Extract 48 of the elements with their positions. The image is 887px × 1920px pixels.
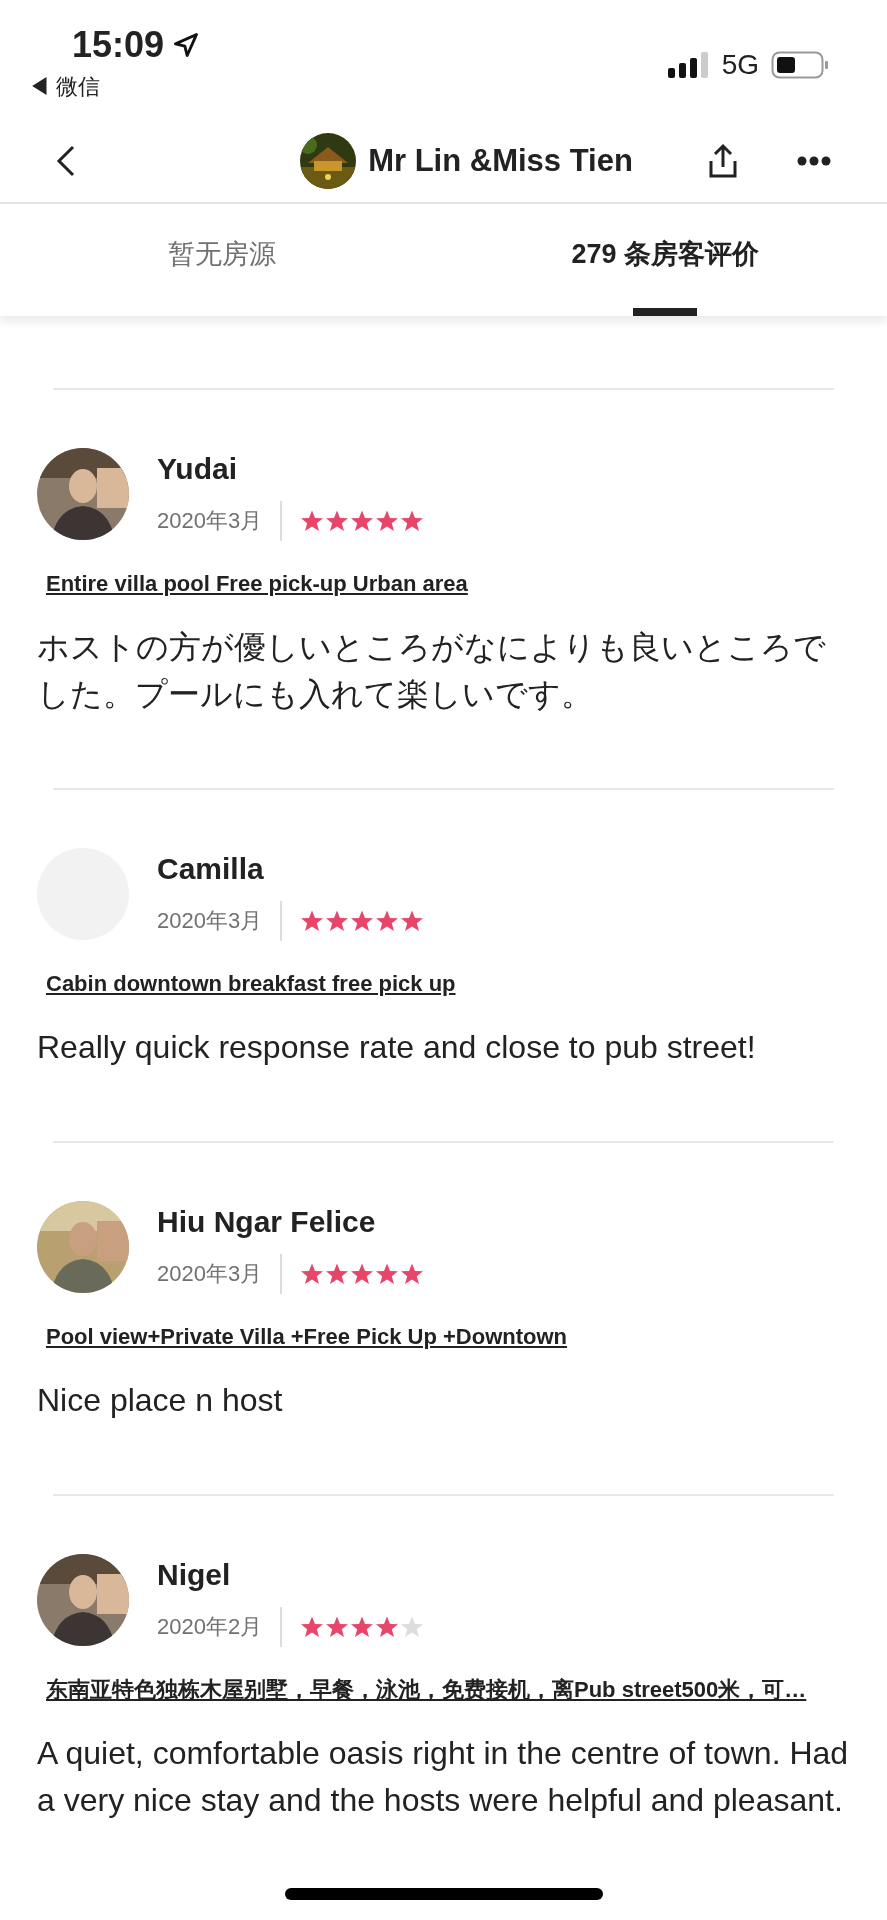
back-icon[interactable] (56, 144, 76, 178)
listing-link[interactable]: Entire villa pool Free pick-up Urban area (46, 567, 864, 600)
review-text: ホストの方が優しいところがなによりも良いところでした。プールにも入れて楽しいです。 (37, 628, 827, 714)
reviewer-name: Yudai (157, 451, 239, 487)
star-icon (325, 909, 350, 933)
star-icon (300, 1262, 325, 1286)
host-name: Mr Lin &Miss Tien (368, 141, 633, 180)
back-to-app-link[interactable]: ◀ 微信 (28, 70, 101, 103)
star-icon (400, 909, 425, 933)
tab[interactable]: 暂无房源 (0, 204, 444, 316)
battery-icon (771, 51, 829, 79)
clock-time: 15:09 (72, 23, 165, 67)
share-icon[interactable] (707, 143, 739, 179)
star-icon (400, 1615, 425, 1639)
listing-link[interactable]: 东南亚特色独栋木屋别墅，早餐，泳池，免费接机，离Pub street500米，可… (46, 1673, 864, 1706)
more-icon[interactable] (797, 156, 831, 166)
signal-icon (667, 52, 710, 78)
star-icon (300, 909, 325, 933)
review-text: Nice place n host (37, 1381, 284, 1420)
star-icon (375, 909, 400, 933)
listing-link[interactable]: Pool view+Private Villa +Free Pick Up +Downtown (46, 1320, 864, 1353)
location-arrow-icon (172, 31, 201, 59)
star-icon (325, 1615, 350, 1639)
star-icon (400, 509, 425, 533)
review-text: Really quick response rate and close to pub street! (37, 1028, 757, 1067)
star-icon (375, 1615, 400, 1639)
reviewer-name: Camilla (157, 851, 265, 887)
star-icon (325, 1262, 350, 1286)
star-icon (325, 509, 350, 533)
reviewer-name: Nigel (157, 1557, 232, 1593)
star-icon (350, 909, 375, 933)
star-icon (300, 509, 325, 533)
network-label: 5G (721, 48, 759, 82)
star-icon (300, 1615, 325, 1639)
star-icon (400, 1262, 425, 1286)
review-text: A quiet, comfortable oasis right in the centre of town. Had a very nice stay and the hosts were helpful and pleasant. (37, 1734, 850, 1820)
star-icon (375, 509, 400, 533)
star-icon (350, 1615, 375, 1639)
review-date: 2020年3月 (157, 501, 283, 541)
review-date: 2020年2月 (157, 1607, 283, 1647)
star-icon (350, 1262, 375, 1286)
review-date: 2020年3月 (157, 1254, 283, 1294)
listing-link[interactable]: Cabin downtown breakfast free pick up (46, 967, 864, 1000)
star-icon (350, 509, 375, 533)
star-icon (375, 1262, 400, 1286)
tab[interactable]: 279 条房客评价 (443, 204, 887, 316)
reviewer-name: Hiu Ngar Felice (157, 1204, 377, 1240)
review-date: 2020年3月 (157, 901, 283, 941)
